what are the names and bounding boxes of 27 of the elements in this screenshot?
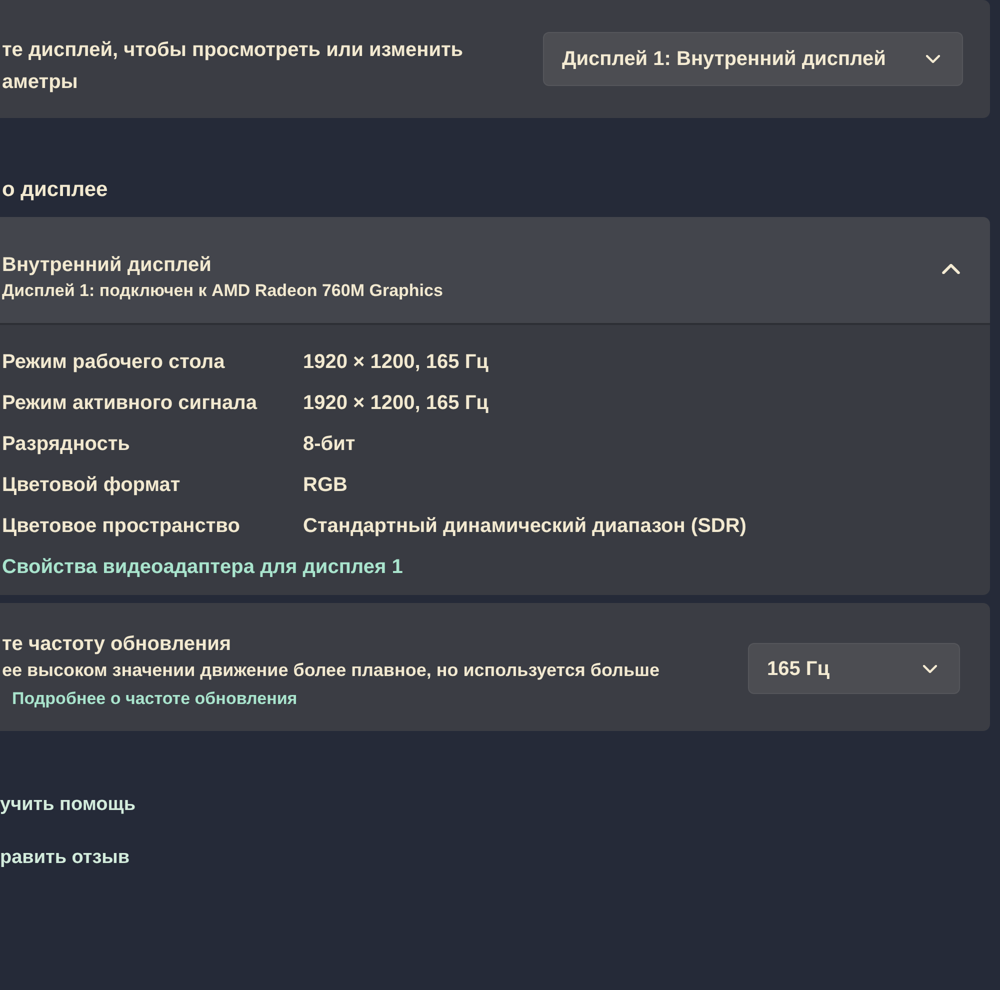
info-value: RGB (303, 472, 348, 498)
expander-subtitle: Дисплей 1: подключен к AMD Radeon 760M Graphics (2, 280, 443, 302)
expander-title: Внутренний дисплей (2, 253, 212, 278)
expander-header[interactable]: Внутренний дисплей Дисплей 1: подключен к AMD Radeon 760M Graphics (0, 217, 990, 325)
setting-title: те частоту обновления (2, 632, 232, 657)
dropdown[interactable]: 165 Гц (748, 643, 960, 694)
chevron-up-icon[interactable] (942, 264, 960, 274)
adapter-properties-link[interactable]: Свойства видеоадаптера для дисплея 1 (2, 552, 403, 582)
setting-description: ее высоком значении движение более плавное, но используется больше (2, 659, 660, 682)
description-line: аметры (2, 70, 79, 95)
info-label: Цветовой формат (2, 472, 182, 498)
section-heading: о дисплее (2, 177, 109, 203)
help-link[interactable]: учить помощь (0, 791, 136, 819)
info-label: Режим активного сигнала (2, 390, 258, 416)
learn-more-link[interactable]: Подробнее о частоте обновления (2, 686, 298, 712)
chevron-down-icon (923, 664, 937, 672)
help-link[interactable]: равить отзыв (0, 844, 130, 872)
info-value: 8-бит (303, 432, 356, 456)
info-value: Стандартный динамический диапазон (SDR) (303, 514, 746, 538)
info-value: 1920 × 1200, 165 Гц (303, 350, 488, 374)
chevron-down-icon (926, 55, 940, 63)
info-value: 1920 × 1200, 165 Гц (303, 390, 488, 416)
info-label: Цветовое пространство (2, 514, 241, 538)
info-label: Режим рабочего стола (2, 350, 226, 374)
dropdown[interactable]: Дисплей 1: Внутренний дисплей (543, 32, 963, 86)
info-label: Разрядность (2, 432, 131, 456)
description-line: те дисплей, чтобы просмотреть или изменить (2, 38, 464, 63)
